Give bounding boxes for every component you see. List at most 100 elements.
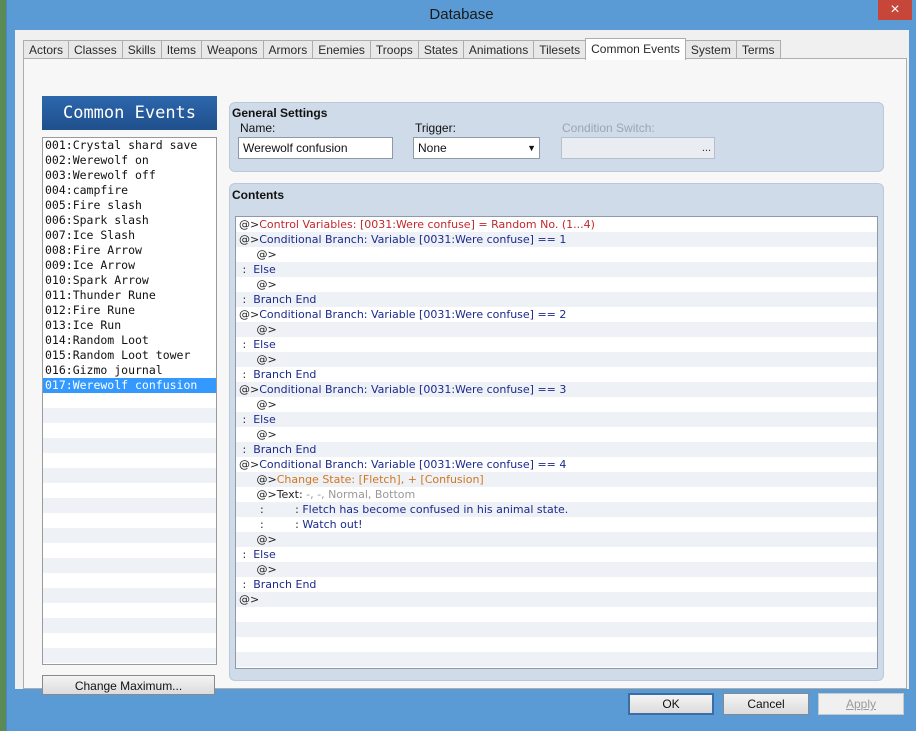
command-line[interactable]: @>Control Variables: [0031:Were confuse]… — [236, 217, 877, 232]
tab-skills[interactable]: Skills — [121, 40, 162, 59]
tab-troops[interactable]: Troops — [369, 40, 419, 59]
list-empty-row — [43, 603, 216, 618]
command-line[interactable]: @> — [236, 397, 877, 412]
tab-terms[interactable]: Terms — [735, 40, 781, 59]
list-empty-row — [43, 633, 216, 648]
list-item[interactable]: 001:Crystal shard save — [43, 138, 216, 153]
list-empty-row — [43, 468, 216, 483]
list-empty-row — [43, 483, 216, 498]
tab-armors[interactable]: Armors — [262, 40, 314, 59]
tab-actors[interactable]: Actors — [23, 40, 70, 59]
command-line[interactable]: @> — [236, 247, 877, 262]
command-line[interactable]: : : Watch out! — [236, 517, 877, 532]
command-prefix: : — [239, 338, 254, 351]
event-commands-list[interactable]: @> Control Variables: [0031:Were confuse]… — [235, 216, 878, 669]
list-item[interactable]: 009:Ice Arrow — [43, 258, 216, 273]
command-text: Conditional Branch: Variable [0031:Were … — [259, 458, 567, 471]
command-line[interactable]: @> — [236, 562, 877, 577]
command-empty-row — [236, 622, 877, 637]
command-line[interactable]: @>Conditional Branch: Variable [0031:Wer… — [236, 307, 877, 322]
condition-switch-field: ... — [561, 137, 715, 159]
tab-animations[interactable]: Animations — [462, 40, 535, 59]
tab-classes[interactable]: Classes — [68, 40, 123, 59]
list-item[interactable]: 002:Werewolf on — [43, 153, 216, 168]
list-item[interactable]: 005:Fire slash — [43, 198, 216, 213]
command-line[interactable]: @> — [236, 532, 877, 547]
list-item[interactable]: 011:Thunder Rune — [43, 288, 216, 303]
command-line[interactable]: @>Conditional Branch: Variable [0031:Wer… — [236, 457, 877, 472]
list-item[interactable]: 010:Spark Arrow — [43, 273, 216, 288]
command-prefix: : — [239, 548, 254, 561]
command-empty-row — [236, 637, 877, 652]
tab-states[interactable]: States — [417, 40, 464, 59]
command-prefix: @> — [239, 278, 277, 291]
list-item[interactable]: 008:Fire Arrow — [43, 243, 216, 258]
command-text: Control Variables: [0031:Were confuse] =… — [259, 218, 595, 231]
tab-strip: Actors Classes Skills Items Weapons Armors Ene… — [23, 38, 781, 60]
change-maximum-button[interactable]: Change Maximum... — [42, 675, 215, 695]
command-prefix: @> — [239, 533, 277, 546]
command-line[interactable]: : Else — [236, 337, 877, 352]
list-empty-row — [43, 528, 216, 543]
command-prefix: : — [239, 578, 254, 591]
list-item[interactable]: 004:campfire — [43, 183, 216, 198]
list-item[interactable]: 015:Random Loot tower — [43, 348, 216, 363]
command-prefix: @> — [239, 473, 277, 486]
command-line[interactable]: @>Change State: [Fletch], + [Confusion] — [236, 472, 877, 487]
command-prefix: : : — [239, 503, 303, 516]
common-events-list[interactable]: 001:Crystal shard save 002:Werewolf on 003… — [42, 137, 217, 665]
list-item[interactable]: 006:Spark slash — [43, 213, 216, 228]
command-line[interactable]: : Branch End — [236, 367, 877, 382]
trigger-value: None — [418, 141, 447, 155]
list-item[interactable]: 014:Random Loot — [43, 333, 216, 348]
tab-enemies[interactable]: Enemies — [312, 40, 371, 59]
command-line[interactable]: : : Fletch has become confused in his an… — [236, 502, 877, 517]
list-item[interactable]: 007:Ice Slash — [43, 228, 216, 243]
command-prefix: : — [239, 443, 254, 456]
command-line[interactable]: @>Conditional Branch: Variable [0031:Wer… — [236, 382, 877, 397]
tab-items[interactable]: Items — [160, 40, 203, 59]
command-line[interactable]: @>Conditional Branch: Variable [0031:Wer… — [236, 232, 877, 247]
command-line[interactable]: : Else — [236, 262, 877, 277]
command-line[interactable]: : Else — [236, 412, 877, 427]
list-item[interactable]: 012:Fire Rune — [43, 303, 216, 318]
command-line[interactable]: @>Text: -, -, Normal, Bottom — [236, 487, 877, 502]
command-line[interactable]: @> — [236, 592, 877, 607]
name-input[interactable]: Werewolf confusion — [238, 137, 393, 159]
window-client: Actors Classes Skills Items Weapons Armors Ene… — [15, 30, 909, 695]
tab-weapons[interactable]: Weapons — [201, 40, 264, 59]
list-item[interactable]: 003:Werewolf off — [43, 168, 216, 183]
trigger-select[interactable]: None ▼ — [413, 137, 540, 159]
common-events-panel: Common Events 001:Crystal shard save 002:… — [23, 58, 907, 695]
list-empty-row — [43, 558, 216, 573]
tab-common-events[interactable]: Common Events — [585, 38, 686, 60]
command-line[interactable]: : Else — [236, 547, 877, 562]
command-line[interactable]: : Branch End — [236, 442, 877, 457]
command-empty-row — [236, 652, 877, 667]
ok-button[interactable]: OK — [628, 693, 714, 715]
list-item[interactable]: 013:Ice Run — [43, 318, 216, 333]
window-title: Database — [429, 6, 494, 23]
command-text: Conditional Branch: Variable [0031:Were … — [259, 233, 567, 246]
list-item[interactable]: 016:Gizmo journal — [43, 363, 216, 378]
command-text: Else — [253, 263, 276, 276]
command-line[interactable]: @> — [236, 277, 877, 292]
command-text: Conditional Branch: Variable [0031:Were … — [259, 308, 567, 321]
command-line[interactable]: : Branch End — [236, 292, 877, 307]
command-line[interactable]: @> — [236, 352, 877, 367]
command-line[interactable]: : Branch End — [236, 577, 877, 592]
command-text: Branch End — [253, 293, 317, 306]
cancel-button[interactable]: Cancel — [723, 693, 809, 715]
general-settings-title: General Settings — [232, 106, 328, 120]
command-line[interactable]: @> — [236, 427, 877, 442]
command-text: Branch End — [253, 578, 317, 591]
tab-system[interactable]: System — [684, 40, 737, 59]
tab-tilesets[interactable]: Tilesets — [533, 40, 587, 59]
command-prefix: @> — [239, 233, 260, 246]
condition-switch-browse: ... — [701, 142, 711, 154]
command-prefix: @> — [239, 458, 260, 471]
command-prefix: @> — [239, 398, 277, 411]
list-item[interactable]: 017:Werewolf confusion — [43, 378, 216, 393]
close-button[interactable]: × — [878, 0, 912, 20]
command-line[interactable]: @> — [236, 322, 877, 337]
